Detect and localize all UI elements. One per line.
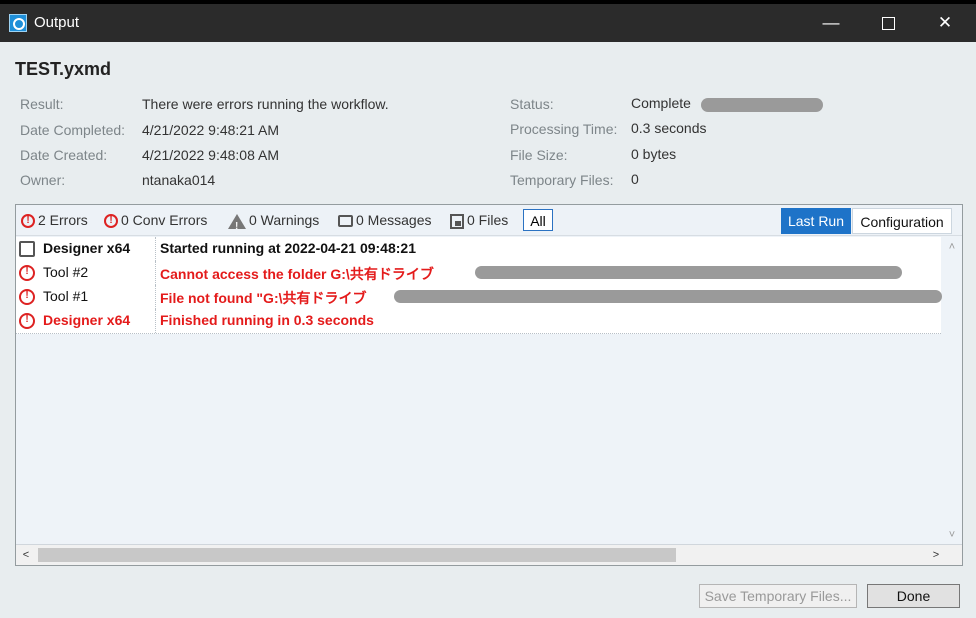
close-button[interactable]: ✕ xyxy=(918,4,972,42)
maximize-icon xyxy=(881,17,895,30)
error-icon: ! xyxy=(19,289,35,305)
all-filter-button[interactable]: All xyxy=(523,209,553,231)
last-run-tab[interactable]: Last Run xyxy=(781,208,851,234)
horizontal-scroll-thumb[interactable] xyxy=(38,548,676,562)
tool-cell: Designer x64 xyxy=(43,312,131,328)
warnings-filter[interactable]: 0 Warnings xyxy=(228,209,319,238)
files-filter[interactable]: 0 Files xyxy=(450,209,508,231)
title-bar[interactable]: Output — ✕ xyxy=(0,4,976,42)
tool-cell: Tool #1 xyxy=(43,288,89,304)
column-divider xyxy=(155,285,156,309)
column-divider xyxy=(155,261,156,285)
tool-cell: Designer x64 xyxy=(43,240,131,256)
message-icon xyxy=(19,241,35,257)
date-completed-label: Date Completed: xyxy=(20,122,126,138)
error-icon: ! xyxy=(21,214,35,229)
column-divider xyxy=(155,309,156,333)
alteryx-app-icon xyxy=(9,14,27,32)
scroll-down-arrow-icon[interactable]: ˅ xyxy=(942,525,962,545)
horizontal-scrollbar[interactable]: < > xyxy=(16,544,962,565)
window-title: Output xyxy=(34,14,80,31)
done-button[interactable]: Done xyxy=(867,584,960,608)
message-cell: Finished running in 0.3 seconds xyxy=(160,312,374,328)
redacted-path xyxy=(394,290,942,303)
conv-errors-filter[interactable]: ! 0 Conv Errors xyxy=(104,209,207,231)
errors-filter[interactable]: ! 2 Errors xyxy=(21,209,88,231)
temporary-files-label: Temporary Files: xyxy=(510,172,614,188)
column-divider xyxy=(155,237,156,261)
message-icon xyxy=(338,215,353,228)
configuration-tab[interactable]: Configuration xyxy=(852,208,952,234)
redacted-path xyxy=(475,266,902,279)
date-created-label: Date Created: xyxy=(20,147,108,163)
message-cell: File not found "G:\共有ドライブ xyxy=(160,290,367,306)
message-cell: Started running at 2022-04-21 09:48:21 xyxy=(160,240,416,256)
message-cell: Cannot access the folder G:\共有ドライブ xyxy=(160,266,434,282)
error-icon: ! xyxy=(19,265,35,281)
owner-value: ntanaka014 xyxy=(142,172,216,188)
minimize-button[interactable]: — xyxy=(804,4,858,42)
results-list: Designer x64 Started running at 2022-04-… xyxy=(16,237,942,545)
file-icon xyxy=(450,213,464,229)
temporary-files-value: 0 xyxy=(631,171,639,187)
results-panel: !2 Errors !0 Conv Errors 0 Warnings 0 Me… xyxy=(15,204,963,566)
tool-cell: Tool #2 xyxy=(43,264,89,280)
scroll-up-arrow-icon[interactable]: ˄ xyxy=(942,237,962,257)
file-size-value: 0 bytes xyxy=(631,146,677,162)
result-value: There were errors running the workflow. xyxy=(142,96,389,112)
status-label: Status: xyxy=(510,96,554,112)
warning-icon xyxy=(228,213,246,238)
filter-bar: !2 Errors !0 Conv Errors 0 Warnings 0 Me… xyxy=(16,205,962,238)
conversion-error-icon: ! xyxy=(104,214,118,229)
scroll-right-arrow-icon[interactable]: > xyxy=(926,545,946,565)
log-row[interactable]: ! Designer x64 Finished running in 0.3 s… xyxy=(16,309,941,334)
result-label: Result: xyxy=(20,96,64,112)
maximize-button[interactable] xyxy=(861,4,915,42)
save-temporary-files-button[interactable]: Save Temporary Files... xyxy=(699,584,857,608)
output-window: Output — ✕ TEST.yxmd Result: There were … xyxy=(0,4,976,618)
owner-label: Owner: xyxy=(20,172,66,188)
processing-time-value: 0.3 seconds xyxy=(631,120,707,136)
date-completed-value: 4/21/2022 9:48:21 AM xyxy=(142,122,279,138)
file-size-label: File Size: xyxy=(510,147,568,163)
redacted-status-detail xyxy=(701,98,823,112)
messages-filter[interactable]: 0 Messages xyxy=(338,209,431,231)
processing-time-label: Processing Time: xyxy=(510,121,618,137)
error-icon: ! xyxy=(19,313,35,329)
log-row[interactable]: ! Tool #1 File not found "G:\共有ドライブ xyxy=(16,285,942,310)
workflow-title: TEST.yxmd xyxy=(15,59,112,79)
scroll-left-arrow-icon[interactable]: < xyxy=(16,545,36,565)
log-row[interactable]: Designer x64 Started running at 2022-04-… xyxy=(16,237,941,262)
vertical-scrollbar[interactable]: ˄ ˅ xyxy=(942,237,962,545)
log-row[interactable]: ! Tool #2 Cannot access the folder G:\共有… xyxy=(16,261,941,286)
date-created-value: 4/21/2022 9:48:08 AM xyxy=(142,147,279,163)
status-value: Complete xyxy=(631,95,691,111)
